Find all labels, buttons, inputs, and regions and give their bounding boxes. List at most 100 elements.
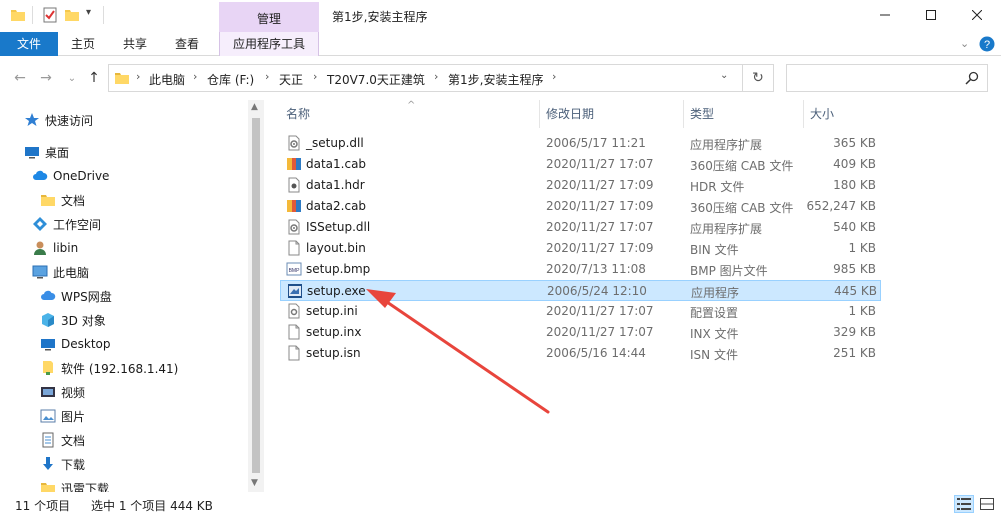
breadcrumb-tianzheng[interactable]: 天正 [279, 71, 303, 88]
status-bar: 11 个项目 选中 1 个项目 444 KB [0, 492, 1001, 516]
breadcrumb-drive[interactable]: 仓库 (F:) [207, 71, 254, 88]
properties-icon[interactable] [42, 7, 58, 23]
large-icons-view-button[interactable] [977, 495, 997, 513]
file-list: 名称 ^ 修改日期 类型 大小 _setup.dll 2006/5/17 11:21… [276, 100, 881, 492]
file-size: 180 KB [833, 178, 876, 192]
selection-info: 选中 1 个项目 444 KB [91, 499, 213, 513]
breadcrumb-separator-icon[interactable]: › [136, 70, 140, 83]
nav-desktop-pc[interactable]: Desktop [40, 333, 111, 355]
nav-network-share[interactable]: 软件 (192.168.1.41) [40, 357, 178, 379]
file-type: HDR 文件 [690, 180, 745, 194]
nav-scrollbar[interactable]: ▲ ▼ [248, 100, 264, 492]
workspace-icon [32, 216, 48, 232]
qat-dropdown-icon[interactable]: ▾ [86, 7, 91, 18]
search-input[interactable] [791, 68, 961, 88]
close-icon [972, 10, 982, 20]
tab-file[interactable]: 文件 [0, 32, 58, 56]
desktop-icon [40, 336, 56, 352]
nav-downloads[interactable]: 下载 [40, 453, 85, 475]
nav-scroll-thumb[interactable] [252, 118, 260, 473]
breadcrumb-this-pc[interactable]: 此电脑 [149, 71, 185, 88]
nav-wps-cloud[interactable]: WPS网盘 [40, 285, 112, 307]
column-header-size[interactable]: 大小 [804, 100, 881, 128]
nav-onedrive-documents[interactable]: 文档 [40, 189, 85, 211]
file-row[interactable]: _setup.dll 2006/5/17 11:21 应用程序扩展 365 KB [280, 133, 881, 154]
recent-locations-button[interactable]: ⌄ [62, 68, 82, 88]
file-modified: 2020/11/27 17:09 [546, 241, 654, 255]
scroll-down-icon[interactable]: ▼ [251, 478, 258, 488]
breadcrumb-separator-icon[interactable]: › [313, 70, 317, 83]
file-size: 652,247 KB [806, 199, 876, 213]
archive-icon [286, 156, 302, 172]
nav-onedrive[interactable]: OneDrive [32, 165, 109, 187]
column-header-name[interactable]: 名称 ^ [280, 100, 540, 128]
tab-share[interactable]: 共享 [114, 32, 156, 56]
up-button[interactable]: ↑ [84, 68, 104, 88]
file-row[interactable]: setup.inx 2020/11/27 17:07 INX 文件 329 KB [280, 322, 881, 343]
folder-icon[interactable] [10, 7, 26, 23]
nav-documents[interactable]: 文档 [40, 429, 85, 451]
nav-videos[interactable]: 视频 [40, 381, 85, 403]
navigation-pane: 快速访问 桌面 OneDrive 文档 工作空间 libin 此电脑 WPS网盘… [0, 100, 264, 492]
details-view-icon [957, 498, 971, 510]
file-size: 365 KB [833, 136, 876, 150]
nav-workspace[interactable]: 工作空间 [32, 213, 101, 235]
nav-this-pc[interactable]: 此电脑 [32, 261, 89, 283]
tab-application-tools[interactable]: 应用程序工具 [219, 32, 319, 56]
address-bar[interactable]: › 此电脑 › 仓库 (F:) › 天正 › T20V7.0天正建筑 › 第1步… [108, 64, 773, 92]
breadcrumb-separator-icon[interactable]: › [265, 70, 269, 83]
nav-thunder-downloads[interactable]: 迅雷下载 [40, 477, 109, 492]
file-type: 应用程序扩展 [690, 222, 763, 236]
file-row[interactable]: data1.hdr 2020/11/27 17:09 HDR 文件 180 KB [280, 175, 881, 196]
breadcrumb-t20[interactable]: T20V7.0天正建筑 [327, 71, 425, 88]
file-row[interactable]: layout.bin 2020/11/27 17:09 BIN 文件 1 KB [280, 238, 881, 259]
refresh-button[interactable]: ↻ [742, 64, 774, 92]
refresh-icon: ↻ [752, 70, 764, 86]
folder-icon [115, 73, 129, 84]
file-row[interactable]: ISSetup.dll 2020/11/27 17:07 应用程序扩展 540 KB [280, 217, 881, 238]
file-row[interactable]: BMP setup.bmp 2020/7/13 11:08 BMP 图片文件 985 K… [280, 259, 881, 280]
breadcrumb-separator-icon[interactable]: › [552, 70, 556, 83]
minimize-button[interactable] [862, 0, 908, 30]
file-row-selected[interactable]: setup.exe 2006/5/24 12:10 应用程序 445 KB [280, 280, 881, 301]
sort-ascending-icon: ^ [407, 100, 416, 111]
file-icon [286, 345, 302, 361]
column-header-type[interactable]: 类型 [684, 100, 804, 128]
forward-button[interactable]: → [36, 68, 56, 88]
file-modified: 2006/5/17 11:21 [546, 136, 646, 150]
tab-home[interactable]: 主页 [62, 32, 104, 56]
folder-icon [40, 480, 56, 492]
file-row[interactable]: data1.cab 2020/11/27 17:07 360压缩 CAB 文件 409… [280, 154, 881, 175]
download-icon [40, 456, 56, 472]
file-name: setup.inx [306, 325, 362, 339]
file-row[interactable]: setup.isn 2006/5/16 14:44 ISN 文件 251 KB [280, 343, 881, 364]
breadcrumb-current[interactable]: 第1步,安装主程序 [448, 71, 543, 88]
maximize-button[interactable] [908, 0, 954, 30]
file-row[interactable]: setup.ini 2020/11/27 17:07 配置设置 1 KB [280, 301, 881, 322]
tab-view[interactable]: 查看 [166, 32, 208, 56]
new-folder-icon[interactable] [64, 7, 80, 23]
chevron-down-icon: ⌄ [720, 70, 729, 81]
address-history-dropdown[interactable]: ⌄ [708, 64, 742, 92]
help-icon[interactable]: ? [979, 36, 995, 52]
file-modified: 2020/11/27 17:09 [546, 178, 654, 192]
nav-pictures[interactable]: 图片 [40, 405, 85, 427]
ribbon-expand-icon[interactable]: ⌄ [960, 37, 969, 50]
scroll-up-icon[interactable]: ▲ [251, 102, 258, 112]
breadcrumb-separator-icon[interactable]: › [193, 70, 197, 83]
nav-user-libin[interactable]: libin [32, 237, 78, 259]
file-type: BMP 图片文件 [690, 264, 768, 278]
search-icon[interactable] [965, 71, 979, 85]
back-button[interactable]: ← [10, 68, 30, 88]
folder-icon [40, 192, 56, 208]
nav-quick-access[interactable]: 快速访问 [24, 109, 93, 131]
close-button[interactable] [954, 0, 1000, 30]
file-row[interactable]: data2.cab 2020/11/27 17:09 360压缩 CAB 文件 652… [280, 196, 881, 217]
nav-desktop[interactable]: 桌面 [24, 141, 69, 163]
file-name: layout.bin [306, 241, 366, 255]
search-box[interactable] [786, 64, 988, 92]
breadcrumb-separator-icon[interactable]: › [434, 70, 438, 83]
nav-3d-objects[interactable]: 3D 对象 [40, 309, 106, 331]
details-view-button[interactable] [954, 495, 974, 513]
column-header-modified[interactable]: 修改日期 [540, 100, 684, 128]
